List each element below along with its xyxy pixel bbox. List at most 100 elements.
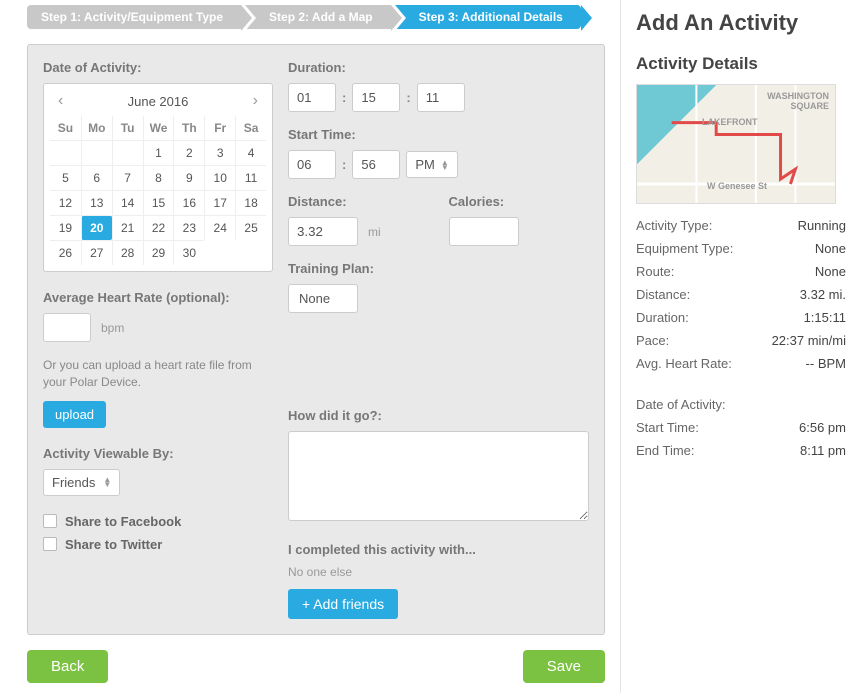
visibility-select[interactable]: Friends <box>43 469 120 496</box>
detail-row: Avg. Heart Rate: -- BPM <box>636 352 846 375</box>
calendar-day[interactable]: 2 <box>173 140 204 165</box>
duration-minutes-input[interactable] <box>352 83 400 112</box>
distance-input[interactable] <box>288 217 358 246</box>
calendar-empty-cell <box>81 140 112 165</box>
duration-label: Duration: <box>288 60 589 75</box>
training-plan-select[interactable]: None <box>288 284 358 313</box>
notes-textarea[interactable] <box>288 431 589 521</box>
detail-row: Distance:3.32 mi. <box>636 283 846 306</box>
heart-rate-input[interactable] <box>43 313 91 342</box>
detail-value: 22:37 min/mi <box>772 333 846 348</box>
detail-key: Pace: <box>636 333 669 348</box>
distance-unit: mi <box>368 225 381 239</box>
detail-row: Duration:1:15:11 <box>636 306 846 329</box>
calendar-day[interactable]: 1 <box>143 140 174 165</box>
map-label-genesee: W Genesee St <box>707 181 767 191</box>
detail-value: None <box>815 264 846 279</box>
calendar-day[interactable]: 8 <box>143 165 174 190</box>
calendar-empty-cell <box>50 140 81 165</box>
page-title: Add An Activity <box>636 10 846 36</box>
calendar-day[interactable]: 26 <box>50 240 81 265</box>
calendar-day[interactable]: 4 <box>235 140 266 165</box>
calendar-day[interactable]: 21 <box>112 215 143 240</box>
calendar-day[interactable]: 15 <box>143 190 174 215</box>
facebook-checkbox[interactable] <box>43 514 57 528</box>
upload-button[interactable]: upload <box>43 401 106 428</box>
add-friends-button[interactable]: + Add friends <box>288 589 398 619</box>
calendar-day[interactable]: 17 <box>204 190 235 215</box>
detail-key: Duration: <box>636 310 689 325</box>
calendar-dow: We <box>143 116 174 140</box>
calendar-prev-icon[interactable]: ‹ <box>52 92 69 110</box>
calendar-day[interactable]: 11 <box>235 165 266 190</box>
calories-input[interactable] <box>449 217 519 246</box>
start-minute-input[interactable] <box>352 150 400 179</box>
notes-label: How did it go?: <box>288 408 589 423</box>
calendar-day[interactable]: 9 <box>173 165 204 190</box>
calendar-day[interactable]: 13 <box>81 190 112 215</box>
detail-row: Equipment Type:None <box>636 237 846 260</box>
route-map-thumbnail: LAKEFRONT WASHINGTON SQUARE W Genesee St <box>636 84 836 204</box>
calendar-day[interactable]: 24 <box>204 215 235 240</box>
calendar-dow: Th <box>173 116 204 140</box>
calendar-dow: Sa <box>235 116 266 140</box>
calendar-day[interactable]: 6 <box>81 165 112 190</box>
date-label: Date of Activity: <box>43 60 273 75</box>
calendar-dow: Tu <box>112 116 143 140</box>
calendar-day[interactable]: 25 <box>235 215 266 240</box>
detail-row: Pace: 22:37 min/mi <box>636 329 846 352</box>
calendar-day[interactable]: 12 <box>50 190 81 215</box>
calendar-day[interactable]: 16 <box>173 190 204 215</box>
distance-label: Distance: <box>288 194 429 209</box>
step-3[interactable]: Step 3: Additional Details <box>395 5 581 29</box>
calendar-day[interactable]: 5 <box>50 165 81 190</box>
calendar-day[interactable]: 19 <box>50 215 81 240</box>
duration-hours-input[interactable] <box>288 83 336 112</box>
back-button[interactable]: Back <box>27 650 108 683</box>
calendar-day[interactable]: 10 <box>204 165 235 190</box>
calendar-day[interactable]: 14 <box>112 190 143 215</box>
detail-row: Activity Type:Running <box>636 214 846 237</box>
calendar: ‹ June 2016 › SuMoTuWeThFrSa123456789101… <box>43 83 273 272</box>
step-1[interactable]: Step 1: Activity/Equipment Type <box>27 5 241 29</box>
stepper-icon <box>103 477 111 487</box>
steps-breadcrumb: Step 1: Activity/Equipment Type Step 2: … <box>27 5 620 29</box>
twitter-checkbox[interactable] <box>43 537 57 551</box>
start-hour-input[interactable] <box>288 150 336 179</box>
calendar-day[interactable]: 18 <box>235 190 266 215</box>
activity-details-heading: Activity Details <box>636 54 846 74</box>
calendar-day[interactable]: 3 <box>204 140 235 165</box>
heart-rate-label: Average Heart Rate (optional): <box>43 290 273 305</box>
calendar-day[interactable]: 7 <box>112 165 143 190</box>
bpm-unit: bpm <box>101 321 124 335</box>
visibility-label: Activity Viewable By: <box>43 446 273 461</box>
detail-value: Running <box>798 218 846 233</box>
calendar-day[interactable]: 29 <box>143 240 174 265</box>
detail-row: Route:None <box>636 260 846 283</box>
calendar-month-title: June 2016 <box>128 94 189 109</box>
form-container: Date of Activity: ‹ June 2016 › SuMoTuWe… <box>27 44 605 635</box>
calendar-day[interactable]: 30 <box>173 240 204 265</box>
calendar-day[interactable]: 22 <box>143 215 174 240</box>
facebook-label: Share to Facebook <box>65 514 181 529</box>
companions-label: I completed this activity with... <box>288 542 589 557</box>
training-plan-label: Training Plan: <box>288 261 589 276</box>
calendar-day[interactable]: 27 <box>81 240 112 265</box>
companions-none: No one else <box>288 565 589 579</box>
stepper-icon <box>441 160 449 170</box>
detail-value: 8:11 pm <box>800 443 846 458</box>
ampm-select[interactable]: PM <box>406 151 458 178</box>
duration-seconds-input[interactable] <box>417 83 465 112</box>
detail-value: -- BPM <box>806 356 846 371</box>
calendar-day[interactable]: 28 <box>112 240 143 265</box>
step-2[interactable]: Step 2: Add a Map <box>245 5 391 29</box>
ampm-value: PM <box>415 157 435 172</box>
calendar-day[interactable]: 20 <box>81 215 112 240</box>
visibility-value: Friends <box>52 475 95 490</box>
detail-value: 6:56 pm <box>799 420 846 435</box>
calendar-next-icon[interactable]: › <box>247 92 264 110</box>
save-button[interactable]: Save <box>523 650 605 683</box>
detail-key: Avg. Heart Rate: <box>636 356 732 371</box>
map-label-lakefront: LAKEFRONT <box>702 117 758 127</box>
calendar-day[interactable]: 23 <box>173 215 204 240</box>
